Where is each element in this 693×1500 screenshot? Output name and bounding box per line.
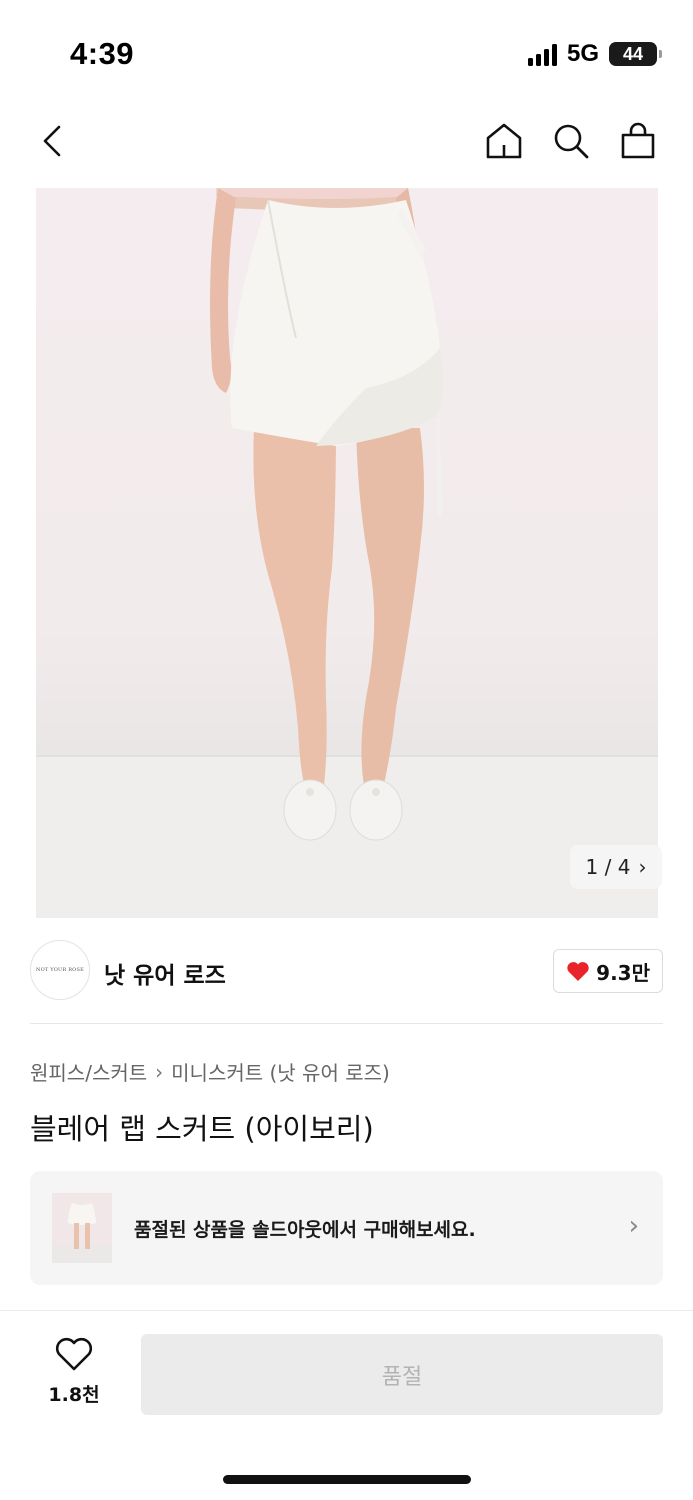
bottom-bar-divider bbox=[0, 1310, 693, 1311]
store-logo[interactable]: NOT YOUR ROSE bbox=[30, 940, 90, 1000]
product-detail-screen: 4:39 5G 44 1 / 4 › NOT YOUR ROSE 낫 유어 로즈… bbox=[0, 0, 693, 1500]
breadcrumb-category[interactable]: 원피스/스커트 bbox=[30, 1057, 147, 1086]
battery-level: 44 bbox=[622, 43, 644, 64]
thumbnail-image bbox=[52, 1193, 112, 1263]
heart-outline-icon bbox=[55, 1337, 93, 1371]
top-nav-bar bbox=[0, 108, 693, 174]
product-title: 블레어 랩 스커트 (아이보리) bbox=[30, 1112, 374, 1146]
bag-icon bbox=[621, 122, 655, 159]
chevron-right-icon: › bbox=[638, 855, 647, 879]
home-icon bbox=[486, 123, 522, 159]
store-like-count: 9.3만 bbox=[596, 960, 650, 985]
cart-button[interactable] bbox=[615, 118, 661, 164]
wishlist-button[interactable]: 1.8천 bbox=[40, 1336, 108, 1407]
home-indicator[interactable] bbox=[223, 1475, 471, 1484]
divider bbox=[30, 1023, 663, 1024]
store-row: NOT YOUR ROSE 낫 유어 로즈 9.3만 bbox=[30, 940, 663, 1004]
store-logo-text: NOT YOUR ROSE bbox=[36, 967, 84, 973]
soldout-button[interactable]: 품절 bbox=[141, 1334, 663, 1415]
wishlist-count: 1.8천 bbox=[48, 1384, 100, 1406]
back-icon bbox=[43, 125, 61, 157]
breadcrumb: 원피스/스커트 › 미니스커트 (낫 유어 로즈) bbox=[30, 1057, 390, 1086]
chevron-right-icon: › bbox=[628, 1211, 639, 1241]
battery-icon: 44 bbox=[609, 42, 662, 66]
store-like-button[interactable]: 9.3만 bbox=[553, 949, 663, 993]
image-pager[interactable]: 1 / 4 › bbox=[570, 845, 662, 889]
heart-filled-icon bbox=[567, 962, 589, 981]
store-name[interactable]: 낫 유어 로즈 bbox=[104, 956, 226, 990]
status-indicators: 5G 44 bbox=[527, 40, 662, 68]
image-counter-text: 1 / 4 bbox=[585, 855, 631, 879]
product-image[interactable] bbox=[36, 188, 658, 918]
search-button[interactable] bbox=[548, 118, 594, 164]
signal-icon bbox=[527, 42, 557, 66]
chevron-right-icon: › bbox=[155, 1059, 164, 1084]
banner-thumbnail bbox=[52, 1193, 112, 1263]
home-button[interactable] bbox=[481, 118, 527, 164]
banner-text: 품절된 상품을 솔드아웃에서 구매해보세요. bbox=[134, 1219, 476, 1241]
network-type: 5G bbox=[566, 40, 599, 67]
status-bar: 4:39 5G 44 bbox=[0, 0, 693, 100]
breadcrumb-subcategory[interactable]: 미니스커트 (낫 유어 로즈) bbox=[171, 1057, 390, 1086]
search-icon bbox=[554, 124, 589, 159]
soldout-promo-banner[interactable]: 품절된 상품을 솔드아웃에서 구매해보세요. › bbox=[30, 1171, 663, 1285]
product-photo bbox=[36, 188, 658, 918]
status-time: 4:39 bbox=[70, 36, 135, 71]
back-button[interactable] bbox=[30, 118, 76, 164]
